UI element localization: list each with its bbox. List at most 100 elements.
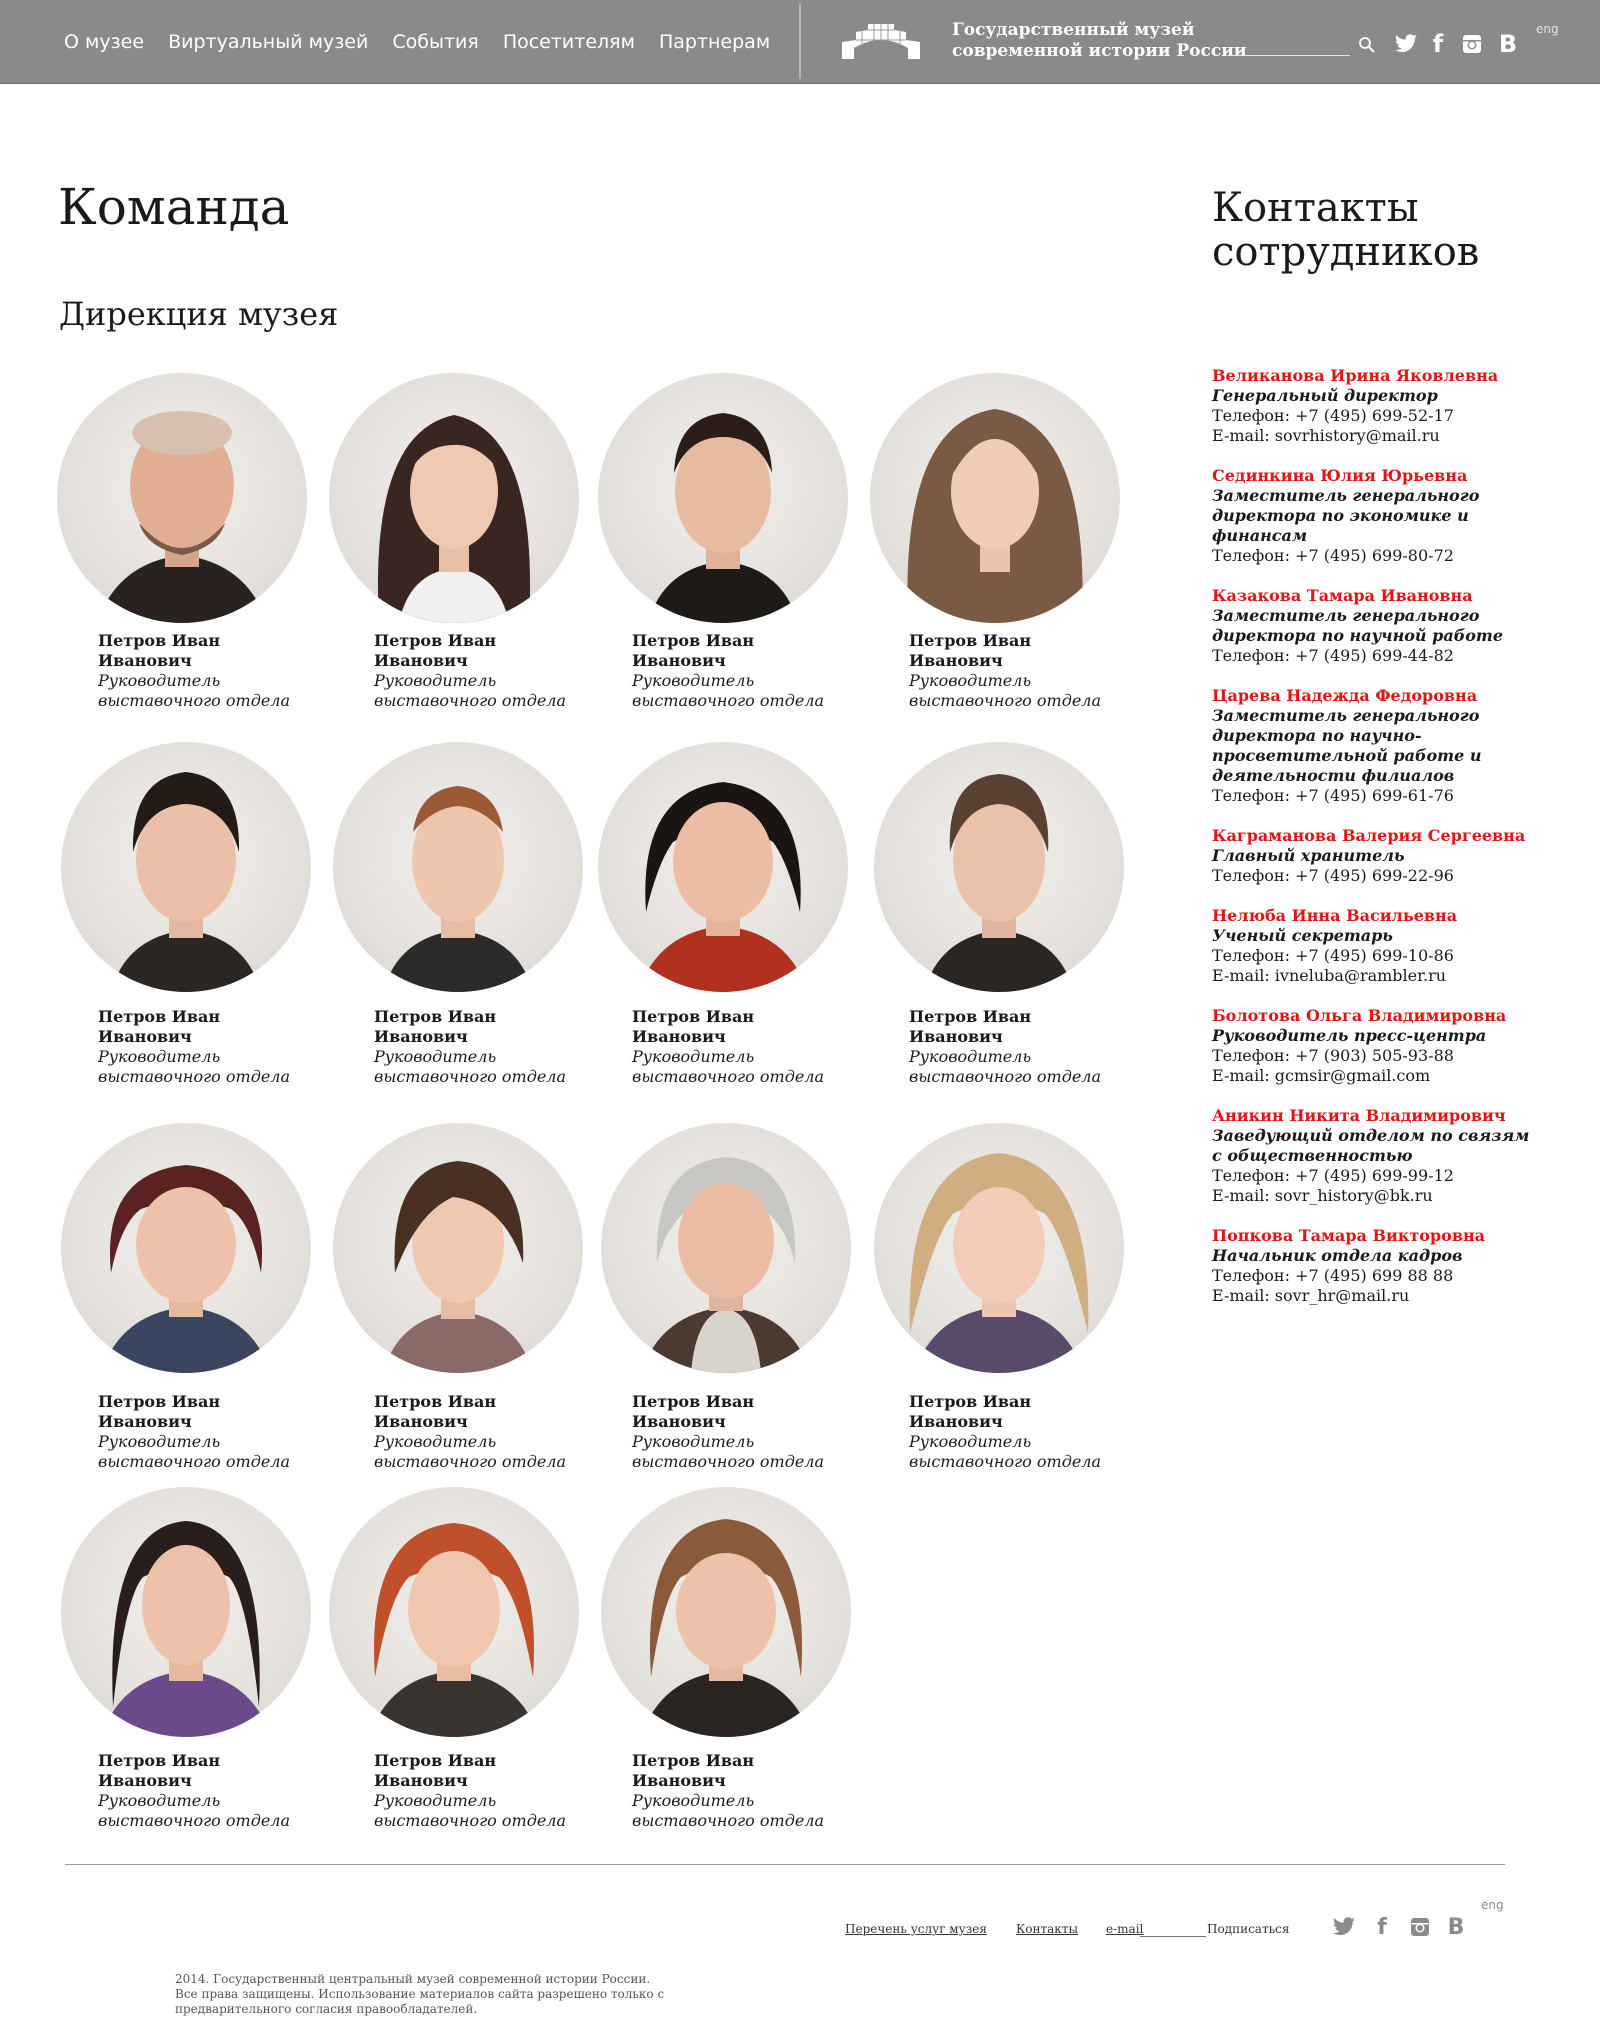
contacts-list: Великанова Ирина Яковлевна Генеральный д… [1212,366,1542,1326]
team-member-name: Петров Иван Иванович [374,1751,497,1790]
search-input[interactable] [1230,55,1350,56]
team-member-photo [329,1487,579,1737]
contact-phone: Телефон: +7 (495) 699-99-12 [1212,1166,1454,1185]
contact-role: Заместитель генерального директора по на… [1212,706,1482,785]
team-member-photo [601,1123,851,1373]
contact-email[interactable]: E-mail: sovr_history@bk.ru [1212,1186,1542,1206]
team-member-role: Руководитель выставочного отдела [374,671,567,710]
team-member-name: Петров Иван Иванович [374,1007,497,1046]
contact-role: Ученый секретарь [1212,926,1393,945]
team-member-name: Петров Иван Иванович [98,1751,221,1790]
team-member-name: Петров Иван Иванович [374,1392,497,1431]
contact-role: Заместитель генерального директора по эк… [1212,486,1480,545]
contact-name[interactable]: Болотова Ольга Владимировна [1212,1006,1542,1026]
contact-item: Попкова Тамара Викторовна Начальник отде… [1212,1226,1542,1306]
footer-services-link[interactable]: Перечень услуг музея [845,1922,987,1936]
contact-role: Начальник отдела кадров [1212,1246,1463,1265]
team-member-role: Руководитель выставочного отдела [374,1432,567,1471]
footer-twitter-icon[interactable] [1330,1915,1358,1939]
team-member-role: Руководитель выставочного отдела [632,1791,825,1830]
contact-name[interactable]: Царева Надежда Федоровна [1212,686,1542,706]
nav-item-events[interactable]: События [392,31,478,53]
contact-item: Сединкина Юлия Юрьевна Заместитель генер… [1212,466,1542,566]
team-member-name: Петров Иван Иванович [909,631,1032,670]
page-title: Команда [58,178,290,236]
team-member-photo [870,373,1120,623]
team-member-name: Петров Иван Иванович [632,631,755,670]
team-member-role: Руководитель выставочного отдела [98,671,291,710]
contact-name[interactable]: Великанова Ирина Яковлевна [1212,366,1542,386]
contact-email[interactable]: E-mail: sovrhistory@mail.ru [1212,426,1542,446]
museum-name[interactable]: Государственный музей современной истори… [952,20,1246,62]
contact-item: Царева Надежда Федоровна Заместитель ген… [1212,686,1542,806]
contact-role: Заместитель генерального директора по на… [1212,606,1504,645]
footer-facebook-icon[interactable]: f [1372,1915,1392,1940]
contact-email[interactable]: E-mail: gcmsir@gmail.com [1212,1066,1542,1086]
team-member-photo [61,742,311,992]
team-member-photo [61,1123,311,1373]
twitter-icon[interactable] [1392,32,1420,56]
footer-subscribe-button[interactable]: Подписаться [1207,1922,1289,1936]
footer-contacts-link[interactable]: Контакты [1016,1922,1078,1936]
contact-email[interactable]: E-mail: sovr_hr@mail.ru [1212,1286,1542,1306]
copyright-line-1: 2014. Государственный центральный музей … [175,1972,651,1986]
footer-language-switch[interactable]: eng [1481,1898,1504,1912]
copyright-line-2: Все права защищены. Использование матери… [175,1987,665,2001]
instagram-icon[interactable] [1460,32,1484,56]
site-header: О музее Виртуальный музей События Посети… [0,0,1600,84]
language-switch[interactable]: eng [1536,22,1559,36]
contact-name[interactable]: Сединкина Юлия Юрьевна [1212,466,1542,486]
section-title: Дирекция музея [59,295,339,333]
museum-logo-icon[interactable] [838,18,924,60]
team-member-role: Руководитель выставочного отдела [632,1432,825,1471]
team-member-photo [598,373,848,623]
team-member-name: Петров Иван Иванович [909,1007,1032,1046]
team-member-photo [61,1487,311,1737]
footer-email-input[interactable] [1140,1936,1206,1937]
contact-item: Великанова Ирина Яковлевна Генеральный д… [1212,366,1542,446]
footer-email-label: e-mail [1106,1922,1144,1936]
team-member-photo [601,1487,851,1737]
contact-phone: Телефон: +7 (495) 699-44-82 [1212,646,1454,665]
team-member-photo [333,742,583,992]
team-member-name: Петров Иван Иванович [632,1392,755,1431]
contact-name[interactable]: Попкова Тамара Викторовна [1212,1226,1542,1246]
contact-role: Заведующий отделом по связям с обществен… [1212,1126,1530,1165]
contact-name[interactable]: Казакова Тамара Ивановна [1212,586,1542,606]
team-member-role: Руководитель выставочного отдела [909,1047,1102,1086]
contact-role: Главный хранитель [1212,846,1405,865]
contact-phone: Телефон: +7 (495) 699-80-72 [1212,546,1454,565]
footer-vk-icon[interactable]: B [1444,1915,1468,1940]
nav-item-partners[interactable]: Партнерам [659,31,770,53]
contact-email[interactable]: E-mail: ivneluba@rambler.ru [1212,966,1542,986]
contact-name[interactable]: Аникин Никита Владимирович [1212,1106,1542,1126]
contact-role: Руководитель пресс-центра [1212,1026,1487,1045]
contact-phone: Телефон: +7 (495) 699-22-96 [1212,866,1454,885]
team-member-role: Руководитель выставочного отдела [98,1432,291,1471]
facebook-icon[interactable]: f [1428,30,1448,58]
contact-item: Болотова Ольга Владимировна Руководитель… [1212,1006,1542,1086]
contact-item: Аникин Никита Владимирович Заведующий от… [1212,1106,1542,1206]
team-member-photo [874,1123,1124,1373]
copyright-line-3: предварительного согласия правообладател… [175,2002,478,2016]
team-member-photo [333,1123,583,1373]
contact-name[interactable]: Каграманова Валерия Сергеевна [1212,826,1542,846]
team-member-name: Петров Иван Иванович [98,1007,221,1046]
team-member-photo [598,742,848,992]
contact-name[interactable]: Нелюба Инна Васильевна [1212,906,1542,926]
contact-phone: Телефон: +7 (495) 699-61-76 [1212,786,1454,805]
nav-item-virtual-museum[interactable]: Виртуальный музей [168,31,368,53]
search-icon[interactable] [1358,36,1376,54]
footer-instagram-icon[interactable] [1408,1915,1432,1939]
team-member-role: Руководитель выставочного отдела [632,1047,825,1086]
nav-item-about[interactable]: О музее [64,31,144,53]
team-member-photo [874,742,1124,992]
vk-icon[interactable]: B [1496,30,1520,58]
team-member-role: Руководитель выставочного отдела [909,671,1102,710]
copyright: 2014. Государственный центральный музей … [175,1972,695,2017]
contact-phone: Телефон: +7 (903) 505-93-88 [1212,1046,1454,1065]
team-member-photo [57,373,307,623]
team-member-name: Петров Иван Иванович [632,1007,755,1046]
nav-item-visitors[interactable]: Посетителям [503,31,635,53]
team-member-role: Руководитель выставочного отдела [98,1047,291,1086]
